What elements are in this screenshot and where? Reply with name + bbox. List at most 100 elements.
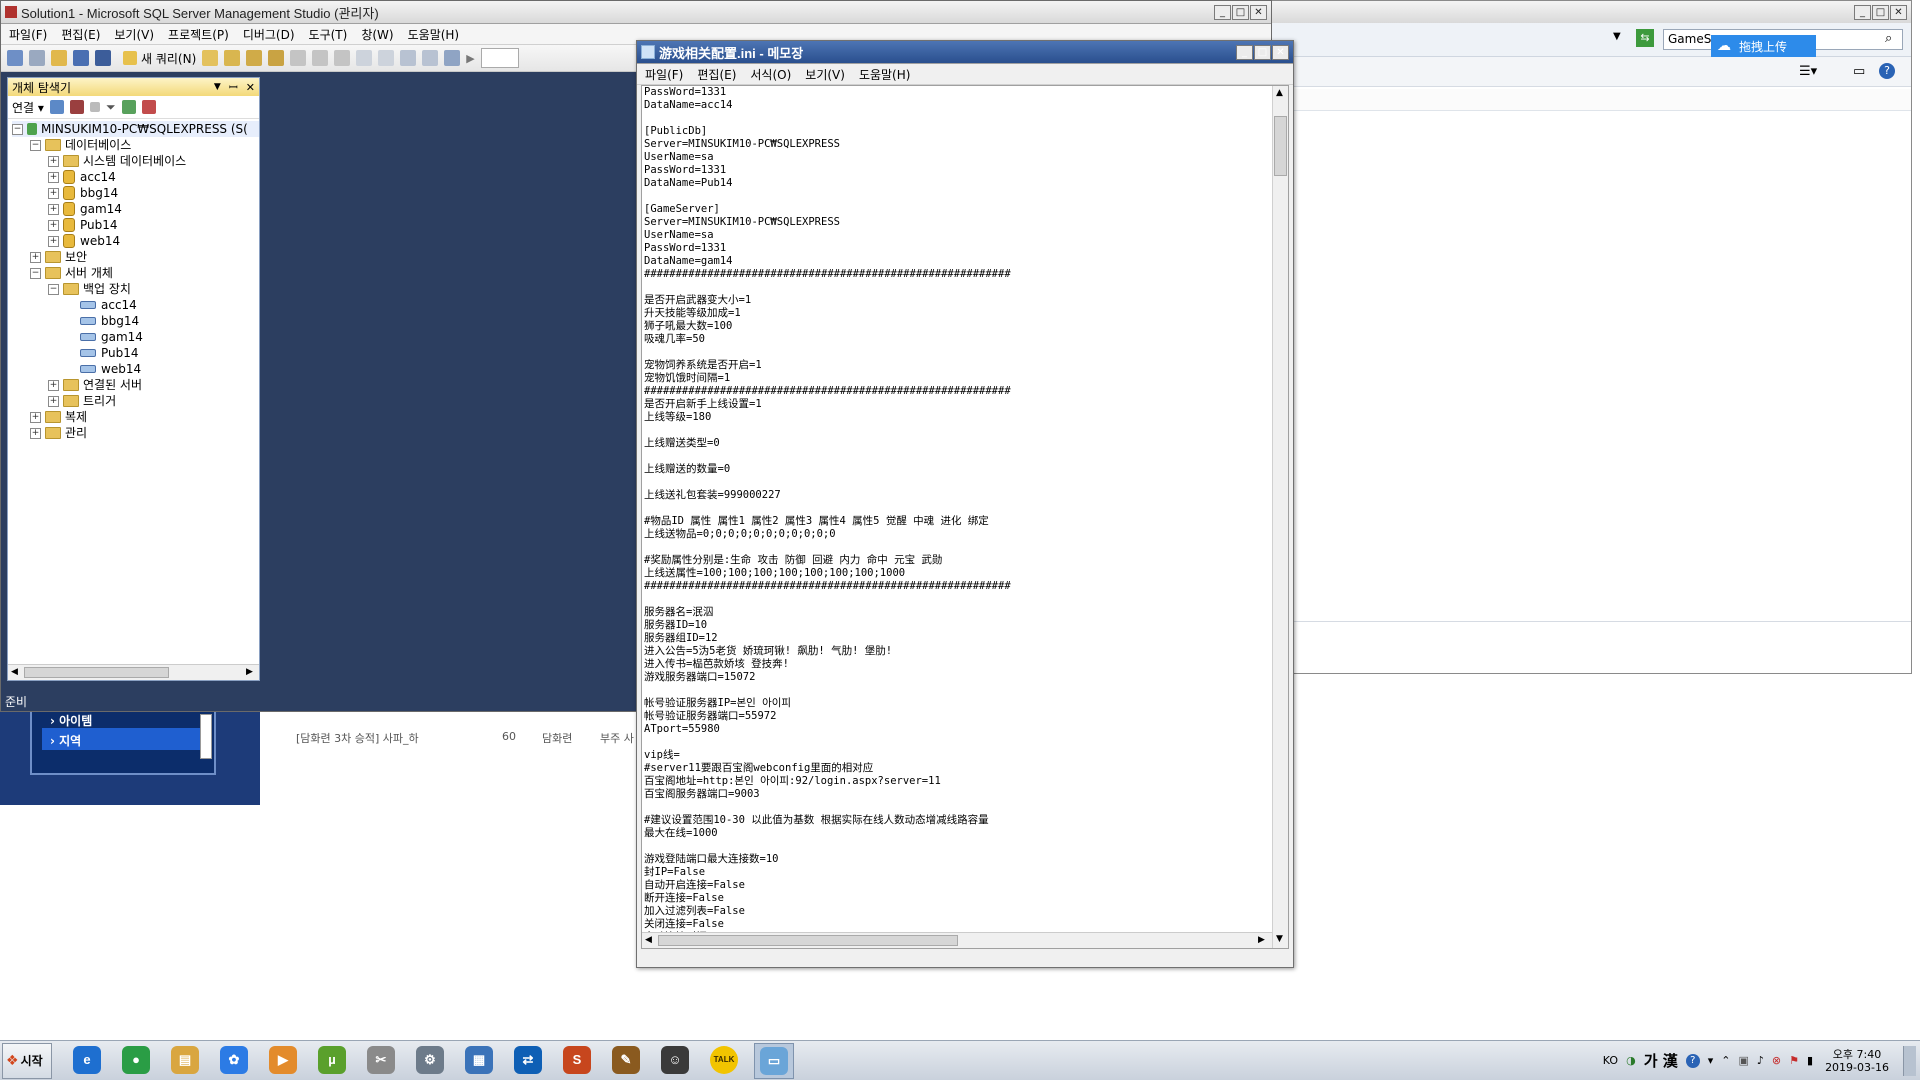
tree-node-system-databases[interactable]: + 시스템 데이터베이스 bbox=[12, 153, 259, 169]
close-icon[interactable]: ✕ bbox=[1250, 4, 1267, 20]
web-table-row[interactable]: [담화련 3차 승적] 사파_하 60 담화련 부주 사 bbox=[260, 710, 640, 750]
taskbar-app-teamviewer[interactable]: ⇄ bbox=[509, 1043, 547, 1077]
taskbar-app-chrome[interactable]: ● bbox=[117, 1043, 155, 1077]
play-icon[interactable]: ▶ bbox=[466, 52, 474, 65]
collapse-icon[interactable]: − bbox=[12, 123, 23, 135]
nav-item-region[interactable]: › 지역 bbox=[42, 728, 202, 750]
tree-node-linked-servers[interactable]: + 연결된 서버 bbox=[12, 377, 259, 393]
collapse-icon[interactable]: − bbox=[30, 267, 41, 279]
expand-icon[interactable]: + bbox=[48, 155, 59, 167]
tree-node-database[interactable]: + web14 bbox=[12, 233, 259, 249]
disconnect-icon[interactable] bbox=[69, 100, 84, 114]
preview-pane-icon[interactable]: ▭ bbox=[1853, 64, 1865, 79]
view-options-icon[interactable]: ☰▾ bbox=[1799, 64, 1817, 79]
notepad-menu-item[interactable]: 보기(V) bbox=[805, 66, 845, 83]
volume-icon[interactable]: ♪ bbox=[1757, 1054, 1764, 1067]
mdx-query-icon[interactable] bbox=[246, 50, 263, 66]
analysis-query-icon[interactable] bbox=[224, 50, 241, 66]
connect-icon[interactable] bbox=[49, 100, 64, 114]
close-icon[interactable]: ✕ bbox=[1890, 4, 1907, 20]
ime-mode[interactable]: 가 漢 bbox=[1644, 1050, 1678, 1071]
activity-monitor-icon[interactable] bbox=[141, 100, 156, 114]
taskbar-app-game[interactable]: ☺ bbox=[656, 1043, 694, 1077]
tree-node-security[interactable]: + 보안 bbox=[12, 249, 259, 265]
taskbar-app-settings[interactable]: ⚙ bbox=[411, 1043, 449, 1077]
filter-icon[interactable]: ⏷ bbox=[106, 100, 116, 115]
tree-node-database[interactable]: + bbg14 bbox=[12, 185, 259, 201]
open-folder-icon[interactable] bbox=[51, 50, 67, 66]
taskbar-app-editor[interactable]: ✎ bbox=[607, 1043, 645, 1077]
notepad-menu-item[interactable]: 도움말(H) bbox=[859, 66, 911, 83]
maximize-icon[interactable]: □ bbox=[1872, 4, 1889, 20]
tree-node-backup-device[interactable]: gam14 bbox=[12, 329, 259, 345]
save-all-icon[interactable] bbox=[95, 50, 111, 66]
expand-icon[interactable]: + bbox=[30, 411, 41, 423]
expand-icon[interactable]: + bbox=[48, 203, 59, 215]
tree-node-database[interactable]: + acc14 bbox=[12, 169, 259, 185]
copy-icon[interactable] bbox=[312, 50, 329, 66]
search-icon[interactable]: ⌕ bbox=[1885, 31, 1892, 46]
refresh-icon[interactable]: ⇆ bbox=[1636, 29, 1654, 47]
ssms-titlebar[interactable]: Solution1 - Microsoft SQL Server Managem… bbox=[1, 1, 1271, 24]
undo-icon[interactable] bbox=[356, 50, 373, 66]
close-icon[interactable]: ✕ bbox=[1272, 44, 1289, 60]
close-icon[interactable]: ✕ bbox=[246, 81, 255, 94]
report-icon[interactable] bbox=[444, 50, 461, 66]
minimize-icon[interactable]: _ bbox=[1214, 4, 1231, 20]
network-icon[interactable]: ▮ bbox=[1807, 1054, 1813, 1067]
scroll-left-icon[interactable]: ◀ bbox=[645, 935, 652, 945]
taskbar-app-utorrent[interactable]: µ bbox=[313, 1043, 351, 1077]
ssms-menu-item[interactable]: 보기(V) bbox=[114, 26, 154, 43]
maximize-icon[interactable]: □ bbox=[1232, 4, 1249, 20]
collapse-icon[interactable]: − bbox=[48, 283, 59, 295]
taskbar-app-baidu[interactable]: ✿ bbox=[215, 1043, 253, 1077]
ssms-menu-item[interactable]: 디버그(D) bbox=[243, 26, 295, 43]
expand-icon[interactable]: + bbox=[48, 395, 59, 407]
scroll-up-icon[interactable]: ▲ bbox=[1276, 88, 1283, 98]
navigate-back-icon[interactable] bbox=[400, 50, 417, 66]
scroll-right-icon[interactable]: ▶ bbox=[246, 667, 253, 677]
ime-icon[interactable]: ◑ bbox=[1626, 1054, 1636, 1067]
scroll-down-icon[interactable]: ▼ bbox=[1276, 934, 1283, 944]
start-button[interactable]: ❖ 시작 bbox=[2, 1042, 52, 1079]
expand-icon[interactable]: + bbox=[48, 219, 59, 231]
taskbar-app-file-explorer[interactable]: ▤ bbox=[166, 1043, 204, 1077]
notepad-text-area[interactable]: PassWord=1331 DataName=acc14 [PublicDb] Ser… bbox=[642, 86, 1288, 944]
ssms-menu-item[interactable]: 편집(E) bbox=[61, 26, 100, 43]
tray-app-icon[interactable]: ▣ bbox=[1738, 1054, 1748, 1067]
scroll-thumb[interactable] bbox=[1274, 116, 1287, 176]
navigate-forward-icon[interactable] bbox=[422, 50, 439, 66]
tree-node-backup-device[interactable]: bbg14 bbox=[12, 313, 259, 329]
taskbar-app-ie[interactable]: e bbox=[68, 1043, 106, 1077]
baidu-upload-button[interactable]: ☁ 拖拽上传 bbox=[1711, 35, 1816, 57]
notepad-editor[interactable]: PassWord=1331 DataName=acc14 [PublicDb] Ser… bbox=[641, 85, 1289, 949]
clock[interactable]: 오후 7:40 2019-03-16 bbox=[1825, 1048, 1889, 1074]
notepad-titlebar[interactable]: 游戏相关配置.ini - 메모장 _ □ ✕ bbox=[637, 41, 1293, 64]
notepad-menu-item[interactable]: 서식(O) bbox=[750, 66, 791, 83]
scroll-thumb[interactable] bbox=[658, 935, 958, 946]
notepad-menu-item[interactable]: 파일(F) bbox=[645, 66, 683, 83]
tree-node-backup-device[interactable]: web14 bbox=[12, 361, 259, 377]
tree-node-backup-device[interactable]: Pub14 bbox=[12, 345, 259, 361]
paste-icon[interactable] bbox=[334, 50, 351, 66]
expand-icon[interactable]: + bbox=[30, 251, 41, 263]
notepad-hscrollbar[interactable]: ◀ ▶ bbox=[642, 932, 1272, 948]
language-indicator[interactable]: KO bbox=[1603, 1054, 1618, 1067]
tree-node-triggers[interactable]: + 트리거 bbox=[12, 393, 259, 409]
show-desktop-icon[interactable] bbox=[1903, 1045, 1916, 1076]
add-item-icon[interactable] bbox=[29, 50, 45, 66]
tree-node-server[interactable]: − MINSUKIM10-PC₩SQLEXPRESS (S( bbox=[12, 121, 259, 137]
expand-icon[interactable]: + bbox=[48, 171, 59, 183]
ime-options-icon[interactable]: ▾ bbox=[1708, 1054, 1714, 1067]
scroll-right-icon[interactable]: ▶ bbox=[1258, 935, 1265, 945]
taskbar-app-kakaotalk[interactable]: TALK bbox=[705, 1043, 743, 1077]
ssms-menu-item[interactable]: 프로젝트(P) bbox=[168, 26, 229, 43]
nav-item-items[interactable]: › 아이템 bbox=[50, 712, 92, 729]
minimize-icon[interactable]: _ bbox=[1854, 4, 1871, 20]
help-icon[interactable]: ? bbox=[1685, 1053, 1700, 1068]
redo-icon[interactable] bbox=[378, 50, 395, 66]
ssms-menu-item[interactable]: 도움말(H) bbox=[408, 26, 460, 43]
tree-node-backup-device[interactable]: acc14 bbox=[12, 297, 259, 313]
tree-node-management[interactable]: + 관리 bbox=[12, 425, 259, 441]
web-scrollbar[interactable] bbox=[200, 714, 212, 759]
